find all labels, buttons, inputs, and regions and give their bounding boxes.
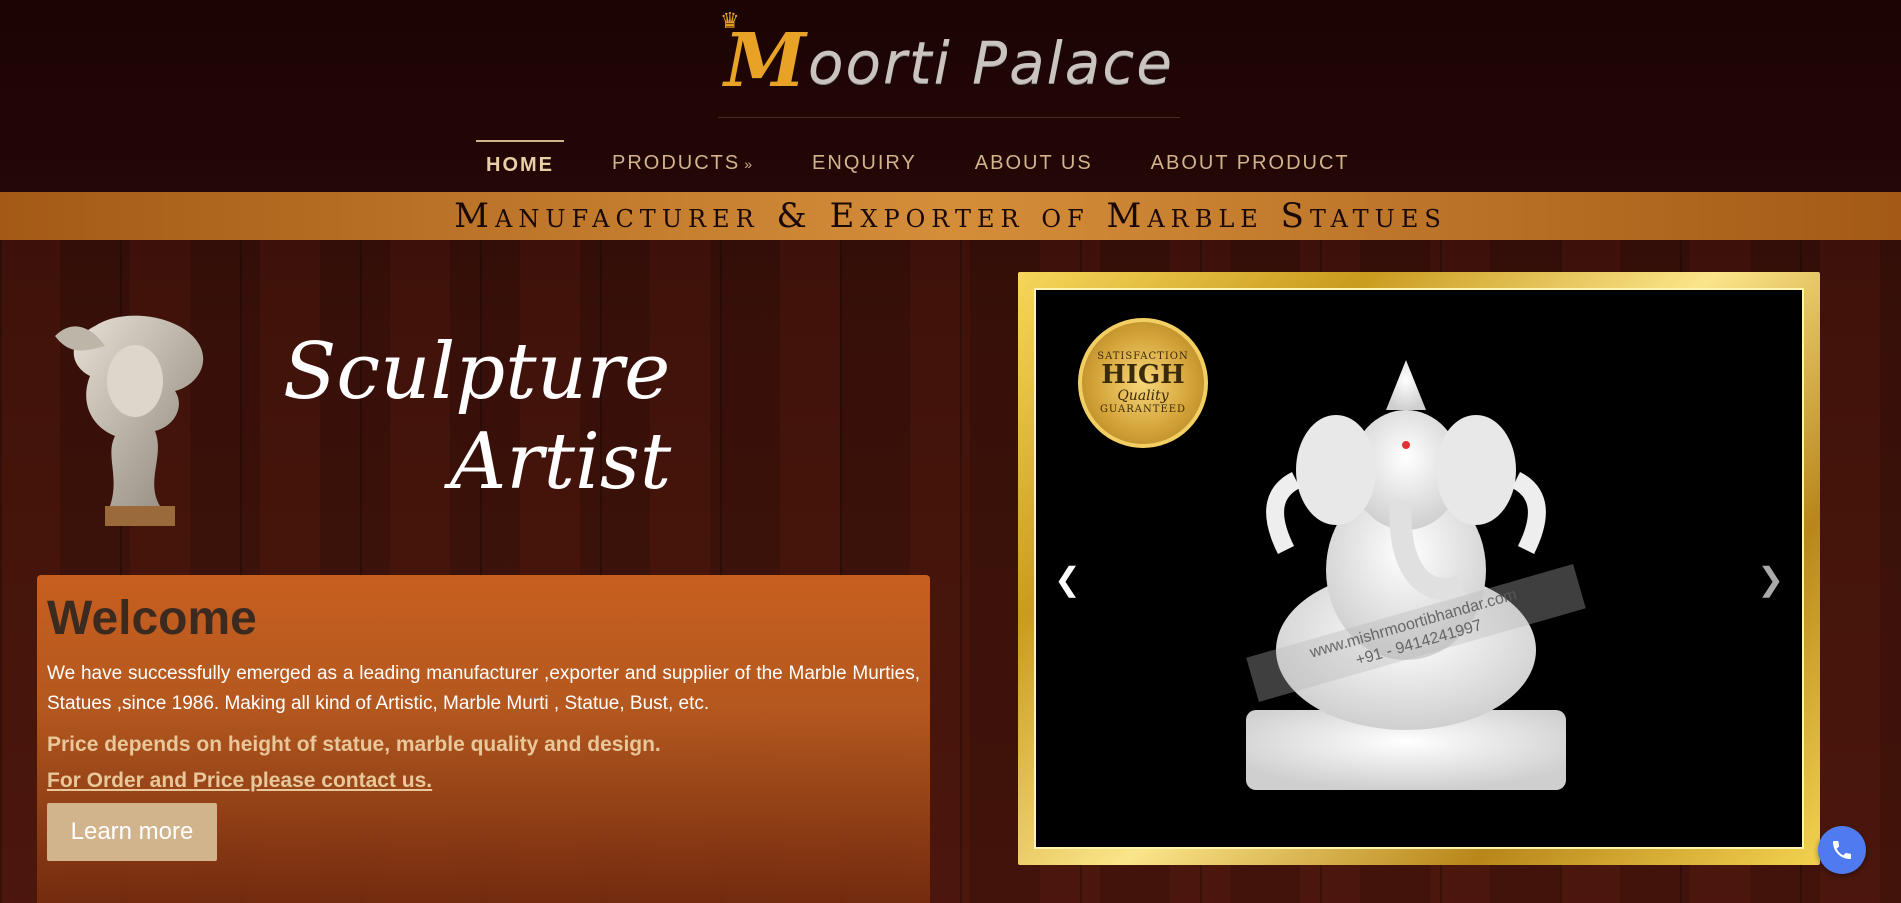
hero-line-sculpture: Sculpture (283, 327, 671, 417)
badge-big-text: HIGH (1101, 360, 1185, 390)
main-nav: HOME PRODUCTS» ENQUIRY ABOUT US ABOUT PR… (476, 140, 1398, 187)
nav-about-product[interactable]: ABOUT PRODUCT (1141, 142, 1360, 185)
banner-text: Manufacturer & Exporter of Marble Statue… (454, 196, 1447, 236)
chevron-down-icon: » (744, 156, 755, 172)
nav-home[interactable]: HOME (476, 140, 564, 187)
welcome-paragraph: We have successfully emerged as a leadin… (47, 663, 920, 714)
nav-about-us-label: ABOUT US (974, 152, 1093, 174)
nav-home-label: HOME (486, 154, 554, 176)
nav-about-us[interactable]: ABOUT US (965, 142, 1103, 185)
welcome-section: Welcome We have successfully emerged as … (37, 575, 930, 903)
logo-text: oorti Palace (808, 28, 1174, 97)
sculpture-image (55, 315, 204, 526)
chevron-right-icon[interactable]: ❯ (1757, 560, 1784, 598)
carousel-frame: SATISFACTION HIGH Quality GUARANTEED www… (1018, 272, 1820, 865)
nav-products-label: PRODUCTS (612, 152, 741, 174)
site-logo[interactable]: ♛ M oorti Palace (718, 8, 1180, 118)
phone-icon (1833, 841, 1851, 859)
logo-initial: M (724, 17, 807, 104)
nav-enquiry[interactable]: ENQUIRY (802, 142, 927, 185)
nav-about-product-label: ABOUT PRODUCT (1150, 152, 1350, 174)
hero-line-artist: Artist (450, 417, 672, 507)
badge-bottom-text: GUARANTEED (1099, 404, 1187, 415)
carousel-slide[interactable]: SATISFACTION HIGH Quality GUARANTEED www… (1034, 288, 1804, 849)
badge-sub-text: Quality (1117, 388, 1169, 404)
site-header: ♛ M oorti Palace HOME PRODUCTS» ENQUIRY … (0, 0, 1901, 192)
price-note: Price depends on height of statue, marbl… (47, 733, 661, 756)
contact-link[interactable]: For Order and Price please contact us. (47, 769, 432, 793)
learn-more-button[interactable]: Learn more (47, 803, 217, 861)
phone-call-button[interactable] (1818, 826, 1866, 874)
quality-badge: SATISFACTION HIGH Quality GUARANTEED (1078, 318, 1208, 448)
nav-products[interactable]: PRODUCTS» (602, 142, 764, 185)
chevron-left-icon[interactable]: ❮ (1054, 560, 1081, 598)
welcome-title: Welcome (47, 592, 257, 645)
nav-enquiry-label: ENQUIRY (812, 152, 917, 174)
tagline-banner: Manufacturer & Exporter of Marble Statue… (0, 192, 1901, 240)
